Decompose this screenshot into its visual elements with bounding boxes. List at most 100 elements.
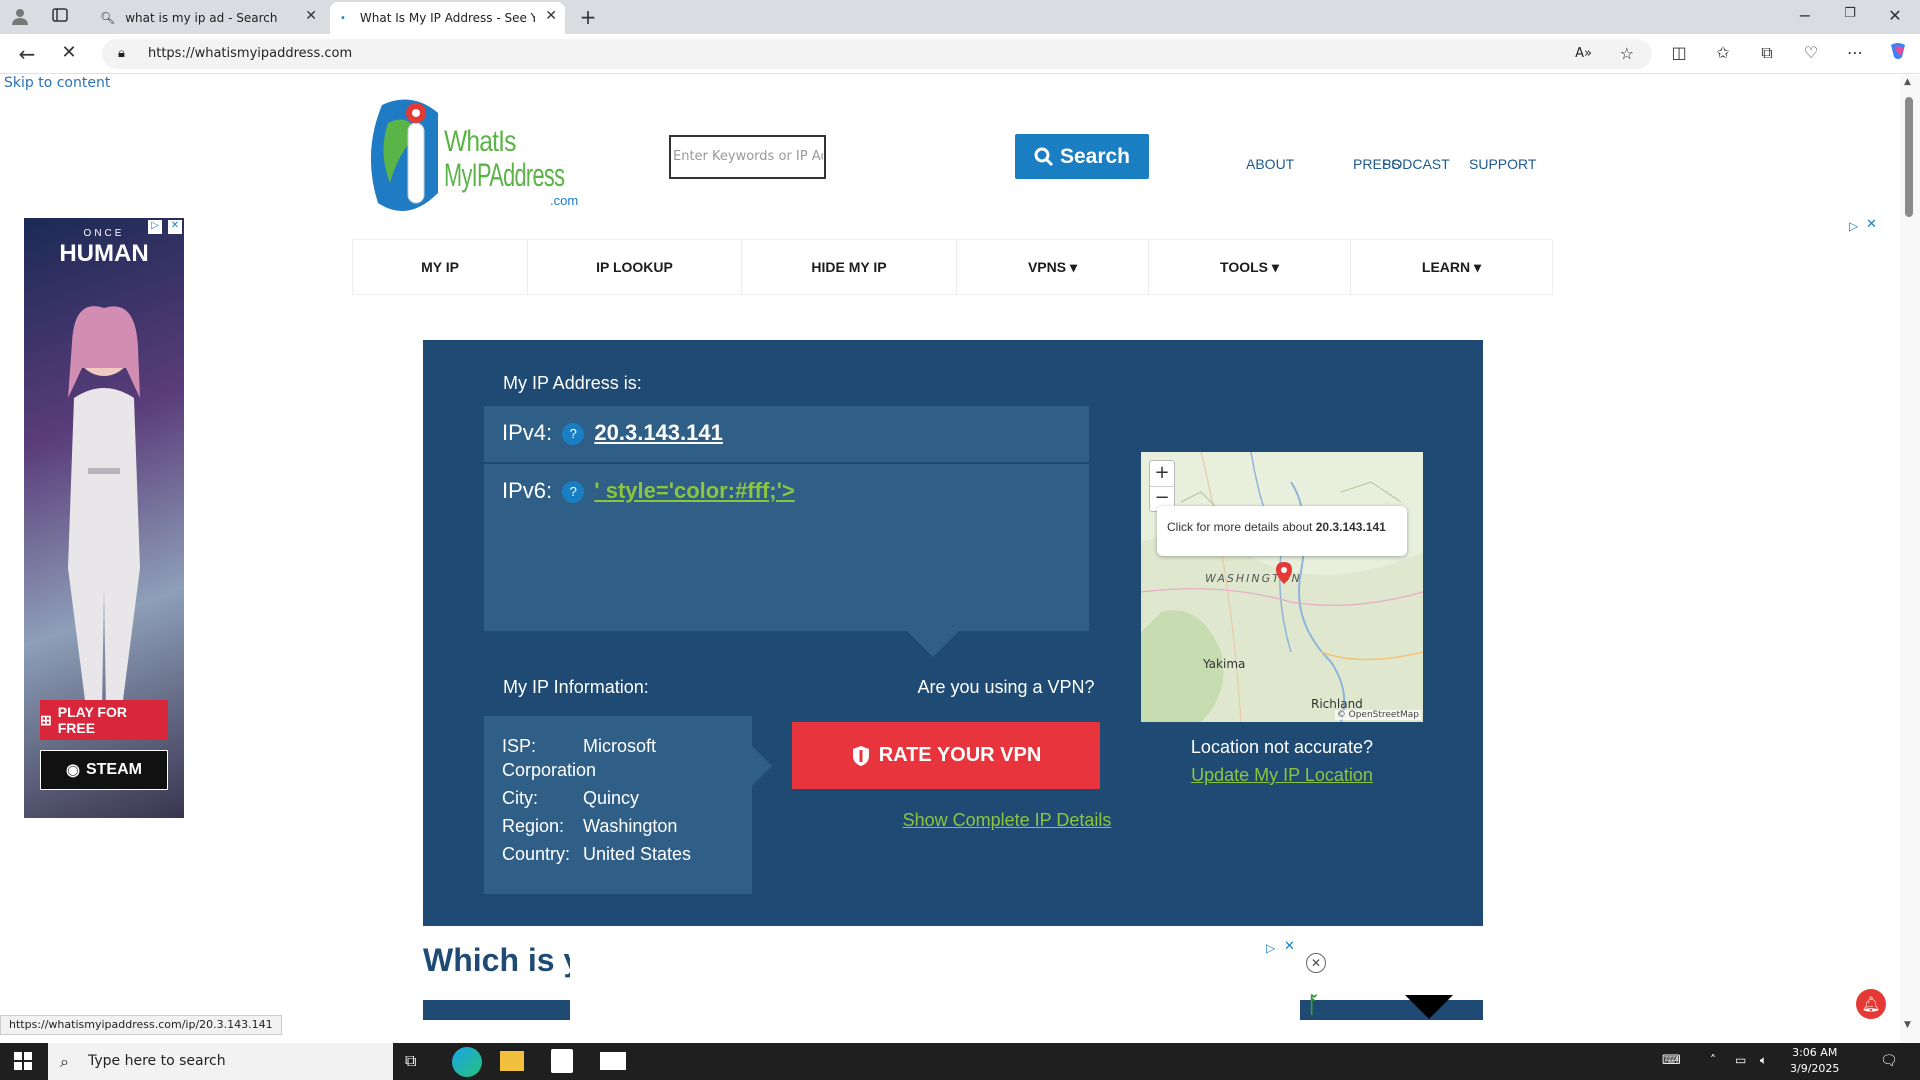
show-ip-details-link[interactable]: Show Complete IP Details <box>845 810 1169 831</box>
url-field[interactable]: 🔒︎ https://whatismyipaddress.com A» ☆ <box>102 39 1652 69</box>
tab-title: What Is My IP Address - See Your <box>359 11 535 25</box>
my-ip-label: My IP Address is: <box>503 373 642 393</box>
ip-info-box: ISP: Microsoft Corporation City: Quincy … <box>484 716 772 894</box>
ipv4-row: IPv4: ? 20.3.143.141 <box>502 420 723 446</box>
map-tooltip-ip: 20.3.143.141 <box>1315 520 1386 534</box>
close-overlay-icon[interactable]: ✕ <box>1306 953 1326 973</box>
adchoices-icon[interactable]: ▷ <box>1849 219 1858 233</box>
map-attribution[interactable]: © OpenStreetMap <box>1334 710 1421 720</box>
scroll-up-icon[interactable]: ▲ <box>1904 77 1911 87</box>
isp-value: Microsoft <box>583 736 657 756</box>
nav-tools[interactable]: TOOLS ▾ <box>1149 240 1351 294</box>
window-close-icon[interactable]: ✕ <box>1885 6 1905 25</box>
browser-essentials-icon[interactable]: ♡ <box>1800 43 1822 62</box>
taskbar-search[interactable]: ⌕ Type here to search <box>48 1043 393 1080</box>
ip-hero-panel: My IP Address is: IPv4: ? 20.3.143.141 I… <box>423 340 1483 926</box>
clock[interactable]: 3:06 AM 3/9/2025 <box>1790 1045 1839 1077</box>
ad-close-icon[interactable]: ✕ <box>1866 217 1877 232</box>
logo-text-line3: .com <box>550 193 579 208</box>
rate-vpn-button[interactable]: RATE YOUR VPN <box>792 722 1100 789</box>
scrollbar-thumb[interactable] <box>1905 97 1913 217</box>
search-button[interactable]: Search <box>1015 134 1149 179</box>
location-not-accurate: Location not accurate? <box>1190 737 1374 757</box>
nav-vpns[interactable]: VPNS ▾ <box>957 240 1149 294</box>
more-menu-icon[interactable]: ⋯ <box>1844 43 1866 62</box>
collapse-arrow-icon[interactable] <box>1405 995 1453 1019</box>
read-aloud-icon[interactable]: A» <box>1575 39 1592 69</box>
notifications-icon[interactable]: 🗨︎ <box>1880 1053 1898 1069</box>
lock-icon[interactable]: 🔒︎ <box>118 39 125 69</box>
nav-learn[interactable]: LEARN ▾ <box>1351 240 1552 294</box>
scroll-down-icon[interactable]: ▼ <box>1904 1020 1911 1030</box>
map-marker-icon[interactable] <box>1276 562 1292 584</box>
ipv4-value-link[interactable]: 20.3.143.141 <box>594 420 722 445</box>
back-icon[interactable]: ← <box>16 42 38 66</box>
volume-icon[interactable]: 🔈︎ <box>1760 1053 1767 1068</box>
shield-icon <box>852 745 869 766</box>
close-tab-icon[interactable]: ✕ <box>545 8 557 24</box>
tab-bar: 🔍︎ what is my ip ad - Search ✕ • What Is… <box>0 0 1920 34</box>
status-bar-url: https://whatismyipaddress.com/ip/20.3.14… <box>0 1015 282 1035</box>
restore-icon[interactable]: ❐ <box>1840 6 1860 21</box>
adchoices-icon[interactable]: ▷ <box>1266 941 1275 955</box>
edge-taskbar-icon[interactable] <box>452 1047 482 1077</box>
ad-play-button[interactable]: ⊞ PLAY FOR FREE <box>40 700 168 740</box>
keyboard-icon[interactable]: ⌨ <box>1662 1053 1681 1068</box>
ipv4-help-icon[interactable]: ? <box>562 423 585 446</box>
support-link[interactable]: SUPPORT <box>1469 156 1536 172</box>
stop-loading-icon[interactable]: ✕ <box>58 42 80 63</box>
copilot-icon[interactable] <box>1886 41 1910 65</box>
location-map[interactable]: + − Click for more details about 20.3.14… <box>1141 452 1423 722</box>
favorites-icon[interactable]: ✩ <box>1712 43 1734 62</box>
region-key: Region: <box>502 816 565 836</box>
podcast-link[interactable]: PODCAST <box>1382 156 1450 172</box>
ad-brand: HUMAN <box>59 240 149 267</box>
close-tab-icon[interactable]: ✕ <box>305 8 317 24</box>
map-tiles <box>1141 452 1423 722</box>
ad-brand-small: ONCE <box>83 228 125 239</box>
search-icon <box>1034 147 1054 166</box>
site-logo[interactable]: WhatIs MyIPAddress .com <box>368 93 578 231</box>
ad-close-icon[interactable]: ✕ <box>1284 939 1295 954</box>
tab-actions-icon[interactable] <box>50 7 70 27</box>
profile-icon[interactable] <box>10 7 30 29</box>
minimize-icon[interactable]: − <box>1795 6 1815 25</box>
globe-logo-icon <box>370 99 438 211</box>
tab-search[interactable]: 🔍︎ what is my ip ad - Search ✕ <box>90 2 325 34</box>
collections-icon[interactable]: ⧉ <box>1756 43 1778 63</box>
store-icon[interactable] <box>551 1049 573 1073</box>
update-location-link[interactable]: Update My IP Location <box>1141 765 1423 786</box>
ipv6-row: IPv6: ? ' style='color:#fff;'> <box>502 478 795 504</box>
country-value: United States <box>583 844 692 864</box>
tab-whatismyip[interactable]: • What Is My IP Address - See Your ✕ <box>330 2 565 34</box>
nav-my-ip[interactable]: MY IP <box>353 240 528 294</box>
search-tab-icon: 🔍︎ <box>100 11 116 25</box>
ipv4-label: IPv4: <box>502 420 553 445</box>
windows-start-icon[interactable] <box>14 1052 32 1074</box>
nav-hide-my-ip[interactable]: HIDE MY IP <box>742 240 957 294</box>
search-input[interactable]: Enter Keywords or IP Ac <box>669 135 826 179</box>
about-link[interactable]: ABOUT <box>1246 156 1294 172</box>
ad-steam-button[interactable]: ◉ STEAM <box>40 750 168 790</box>
ipv6-help-icon[interactable]: ? <box>562 481 585 504</box>
skip-to-content-link[interactable]: Skip to content <box>4 75 110 91</box>
nav-ip-lookup[interactable]: IP LOOKUP <box>528 240 742 294</box>
left-ad[interactable]: ▷ ✕ ONCE HUMAN ⊞ PLAY FOR FREE ◉ STEAM <box>24 218 184 818</box>
split-screen-icon[interactable]: ◫ <box>1668 43 1690 62</box>
favorite-star-icon[interactable]: ☆ <box>1620 39 1634 69</box>
url-text: https://whatismyipaddress.com <box>148 46 353 61</box>
notification-bell-icon[interactable]: 🔔︎ <box>1856 989 1886 1019</box>
main-nav: MY IP IP LOOKUP HIDE MY IP VPNS ▾ TOOLS … <box>353 240 1552 294</box>
ipv6-value-link[interactable]: ' style='color:#fff;'> <box>594 478 794 503</box>
zoom-in-button[interactable]: + <box>1150 461 1174 487</box>
file-explorer-icon[interactable] <box>500 1051 524 1071</box>
task-view-icon[interactable]: ⧉ <box>405 1051 416 1071</box>
bottom-ad-overlay[interactable]: ▷ ✕ <box>570 939 1300 1043</box>
show-hidden-icons[interactable]: ˄ <box>1710 1053 1716 1067</box>
page-scrollbar[interactable]: ▲ ▼ <box>1900 75 1920 1043</box>
mail-icon[interactable] <box>600 1052 626 1070</box>
new-tab-icon[interactable]: + <box>578 5 598 29</box>
map-tooltip[interactable]: Click for more details about 20.3.143.14… <box>1157 506 1407 556</box>
network-icon[interactable]: ▭ <box>1735 1053 1746 1067</box>
map-label-yakima: Yakima <box>1203 657 1246 671</box>
